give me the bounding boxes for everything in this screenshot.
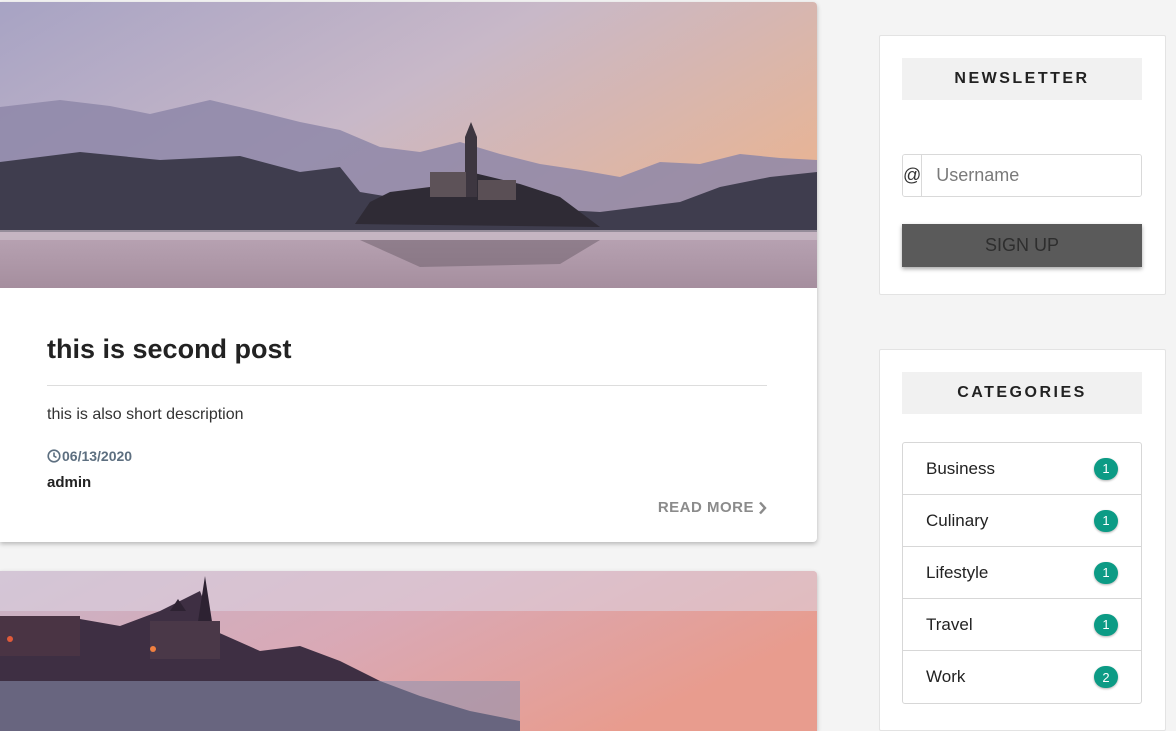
category-list: Business 1 Culinary 1 Lifestyle 1 Travel… bbox=[902, 442, 1142, 704]
newsletter-widget: NEWSLETTER @ SIGN UP bbox=[879, 35, 1166, 295]
category-label: Culinary bbox=[926, 510, 989, 530]
category-item-business[interactable]: Business 1 bbox=[903, 443, 1141, 495]
category-label: Travel bbox=[926, 614, 973, 634]
newsletter-title: NEWSLETTER bbox=[902, 58, 1142, 100]
category-item-travel[interactable]: Travel 1 bbox=[903, 599, 1141, 651]
category-label: Business bbox=[926, 458, 995, 478]
chevron-right-icon bbox=[759, 501, 767, 514]
read-more-link[interactable]: READ MORE bbox=[658, 499, 767, 516]
post-date: 06/13/2020 bbox=[47, 448, 132, 464]
clock-icon bbox=[47, 449, 61, 463]
categories-widget: CATEGORIES Business 1 Culinary 1 Lifesty… bbox=[879, 349, 1166, 731]
username-input[interactable] bbox=[922, 155, 1141, 196]
category-count-badge: 1 bbox=[1094, 613, 1118, 636]
post-description: this is also short description bbox=[47, 406, 244, 423]
categories-title: CATEGORIES bbox=[902, 372, 1142, 414]
username-input-group: @ bbox=[902, 154, 1142, 197]
post-card-next bbox=[0, 571, 817, 731]
sign-up-button[interactable]: SIGN UP bbox=[902, 224, 1142, 267]
post-image[interactable] bbox=[0, 2, 817, 288]
post-divider bbox=[47, 385, 767, 386]
post-author: admin bbox=[47, 474, 92, 491]
post-date-text: 06/13/2020 bbox=[62, 448, 133, 464]
post-card: this is second post this is also short d… bbox=[0, 2, 817, 542]
post-image-next[interactable] bbox=[0, 571, 817, 731]
category-item-lifestyle[interactable]: Lifestyle 1 bbox=[903, 547, 1141, 599]
read-more-label: READ MORE bbox=[657, 499, 754, 516]
category-label: Work bbox=[926, 667, 966, 686]
at-sign-icon: @ bbox=[903, 155, 923, 196]
category-count-badge: 1 bbox=[1094, 561, 1118, 584]
post-title[interactable]: this is second post bbox=[47, 334, 292, 365]
category-count-badge: 2 bbox=[1094, 666, 1118, 688]
category-item-culinary[interactable]: Culinary 1 bbox=[903, 495, 1141, 547]
category-count-badge: 1 bbox=[1094, 509, 1118, 532]
category-item-work[interactable]: Work 2 bbox=[903, 651, 1141, 703]
category-count-badge: 1 bbox=[1094, 457, 1118, 480]
category-label: Lifestyle bbox=[926, 562, 989, 582]
